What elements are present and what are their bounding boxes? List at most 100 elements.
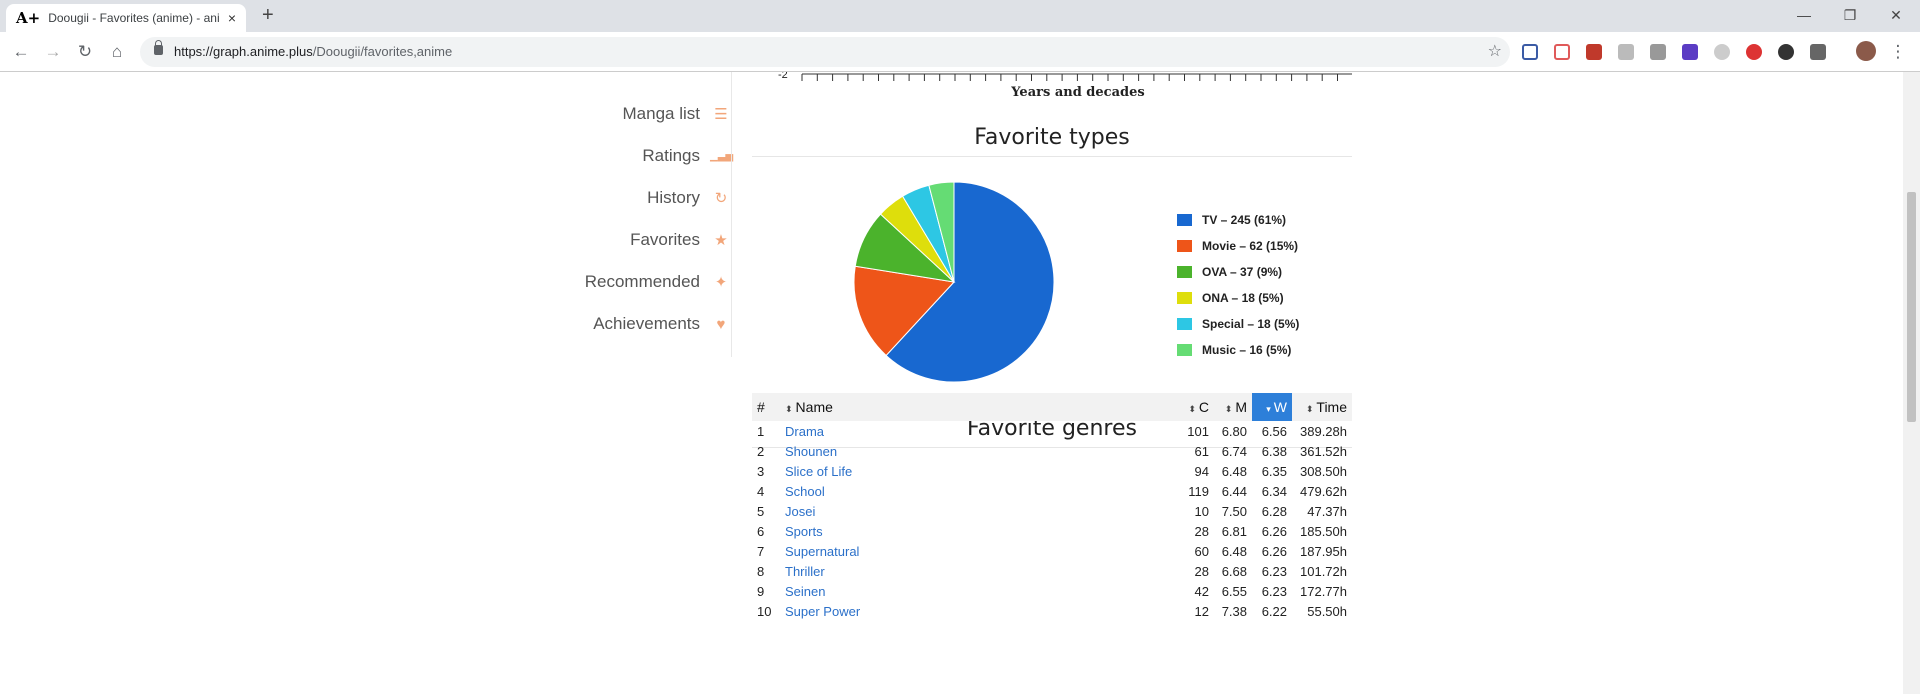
- back-button[interactable]: ←: [9, 40, 33, 64]
- sidebar-item-favorites[interactable]: Favorites ★: [432, 219, 732, 261]
- extension-play-icon[interactable]: [1714, 44, 1730, 60]
- genre-link[interactable]: School: [785, 484, 825, 499]
- cell-rank: 6: [757, 523, 765, 539]
- genre-link[interactable]: Seinen: [785, 584, 825, 599]
- cell-count: 119: [1188, 483, 1209, 499]
- sidebar-item-manga-list[interactable]: Manga list ☰: [432, 93, 732, 135]
- scrollbar-thumb[interactable]: [1907, 192, 1916, 422]
- legend-item-music[interactable]: Music – 16 (5%): [1177, 337, 1299, 363]
- reload-button[interactable]: ↻: [73, 40, 97, 64]
- table-row: 7 Supernatural 60 6.48 6.26 187.95h: [752, 541, 1352, 561]
- header-label: Time: [1316, 399, 1347, 415]
- table-row: 5 Josei 10 7.50 6.28 47.37h: [752, 501, 1352, 521]
- sidebar-item-ratings[interactable]: Ratings ▁▃▅: [432, 135, 733, 177]
- genre-link[interactable]: Sports: [785, 524, 823, 539]
- extension-html5-icon[interactable]: [1682, 44, 1698, 60]
- minimize-button[interactable]: —: [1781, 0, 1827, 30]
- legend-item-ona[interactable]: ONA – 18 (5%): [1177, 285, 1299, 311]
- profile-avatar[interactable]: [1856, 41, 1876, 61]
- legend-swatch: [1177, 266, 1192, 278]
- sort-icon: ⬍: [1188, 404, 1196, 414]
- cell-weighted: 6.26: [1261, 523, 1287, 539]
- cell-time: 55.50h: [1307, 603, 1347, 619]
- legend-item-movie[interactable]: Movie – 62 (15%): [1177, 233, 1299, 259]
- table-row: 10 Super Power 12 7.38 6.22 55.50h: [752, 601, 1352, 621]
- url-text[interactable]: https://graph.anime.plus/Doougii/favorit…: [174, 44, 452, 59]
- lock-icon: [154, 40, 163, 55]
- col-c-header[interactable]: ⬍ C: [1174, 393, 1214, 421]
- forward-button[interactable]: →: [41, 40, 65, 64]
- extension-search-icon[interactable]: [1522, 44, 1538, 60]
- cell-time: 389.28h: [1300, 423, 1347, 439]
- genre-link[interactable]: Josei: [785, 504, 815, 519]
- list-icon: ☰: [714, 106, 728, 123]
- legend-label: OVA – 37 (9%): [1202, 265, 1283, 279]
- cell-mean: 7.38: [1221, 603, 1247, 619]
- cell-mean: 6.55: [1221, 583, 1247, 599]
- table-cell: Josei: [780, 501, 1174, 521]
- cell-count: 10: [1194, 503, 1209, 519]
- table-header-row: # ⬍ Name ⬍ C ⬍ M ▾ W ⬍ Time: [752, 393, 1352, 421]
- cell-mean: 6.74: [1221, 443, 1247, 459]
- cell-time: 308.50h: [1300, 463, 1347, 479]
- genre-link[interactable]: Super Power: [785, 604, 860, 619]
- sort-desc-icon: ▾: [1266, 404, 1271, 414]
- cell-mean: 6.81: [1221, 523, 1247, 539]
- genre-link[interactable]: Drama: [785, 424, 824, 439]
- home-button[interactable]: ⌂: [105, 40, 129, 64]
- browser-tab[interactable]: A+ Doougii - Favorites (anime) - ani ×: [6, 4, 246, 32]
- cell-mean: 6.80: [1221, 423, 1247, 439]
- genre-link[interactable]: Slice of Life: [785, 464, 852, 479]
- tab-close-icon[interactable]: ×: [228, 10, 236, 26]
- extension-gray-icon[interactable]: [1650, 44, 1666, 60]
- col-time-header[interactable]: ⬍ Time: [1292, 393, 1352, 421]
- genre-link[interactable]: Thriller: [785, 564, 825, 579]
- extension-picture-icon[interactable]: [1618, 44, 1634, 60]
- bookmark-star-icon[interactable]: ☆: [1488, 41, 1502, 61]
- sidebar-item-label: Achievements: [593, 314, 700, 333]
- cell-count: 42: [1194, 583, 1209, 599]
- tab-title: Doougii - Favorites (anime) - ani: [48, 11, 220, 25]
- legend-item-ova[interactable]: OVA – 37 (9%): [1177, 259, 1299, 285]
- sidebar-item-label: Favorites: [630, 230, 700, 249]
- extension-window-icon[interactable]: [1810, 44, 1826, 60]
- cell-count: 101: [1187, 423, 1209, 439]
- genre-link[interactable]: Shounen: [785, 444, 837, 459]
- extension-red-circle-icon[interactable]: [1746, 44, 1762, 60]
- page-scrollbar[interactable]: [1903, 72, 1920, 694]
- genre-link[interactable]: Supernatural: [785, 544, 859, 559]
- extension-ball-icon[interactable]: [1778, 44, 1794, 60]
- address-bar[interactable]: https://graph.anime.plus/Doougii/favorit…: [140, 37, 1510, 67]
- close-window-button[interactable]: ✕: [1873, 0, 1919, 30]
- sidebar-item-label: Ratings: [642, 146, 700, 165]
- col-name-header[interactable]: ⬍ Name: [780, 393, 1174, 421]
- legend-swatch: [1177, 344, 1192, 356]
- sort-icon: ⬍: [1224, 404, 1233, 414]
- maximize-button[interactable]: ❐: [1827, 0, 1873, 30]
- extension-calendar-icon[interactable]: [1554, 44, 1570, 60]
- browser-menu-icon[interactable]: ⋮: [1886, 40, 1910, 64]
- pie-legend: TV – 245 (61%) Movie – 62 (15%) OVA – 37…: [1177, 207, 1299, 363]
- browser-toolbar: ← → ↻ ⌂ https://graph.anime.plus/Doougii…: [0, 32, 1920, 72]
- table-cell: Super Power: [780, 601, 1174, 621]
- sidebar-item-recommended[interactable]: Recommended ✦: [432, 261, 732, 303]
- cell-weighted: 6.56: [1261, 423, 1287, 439]
- sidebar-item-achievements[interactable]: Achievements ♥: [432, 303, 732, 345]
- new-tab-button[interactable]: +: [262, 4, 274, 27]
- legend-label: Music – 16 (5%): [1202, 343, 1292, 357]
- cell-mean: 6.48: [1221, 543, 1247, 559]
- cell-mean: 7.50: [1221, 503, 1247, 519]
- legend-item-tv[interactable]: TV – 245 (61%): [1177, 207, 1299, 233]
- cell-weighted: 6.26: [1261, 543, 1287, 559]
- col-m-header[interactable]: ⬍ M: [1214, 393, 1252, 421]
- sidebar-item-history[interactable]: History ↻: [432, 177, 732, 219]
- cell-time: 187.95h: [1300, 543, 1347, 559]
- genres-table-body: 1 Drama 101 6.80 6.56 389.28h 2 Shounen 61 6.74 6.…: [752, 421, 1352, 621]
- cell-weighted: 6.34: [1261, 483, 1287, 499]
- header-label: W: [1273, 399, 1287, 415]
- legend-swatch: [1177, 240, 1192, 252]
- legend-item-special[interactable]: Special – 18 (5%): [1177, 311, 1299, 337]
- legend-swatch: [1177, 214, 1192, 226]
- col-w-header[interactable]: ▾ W: [1252, 393, 1292, 421]
- extension-ublock-icon[interactable]: [1586, 44, 1602, 60]
